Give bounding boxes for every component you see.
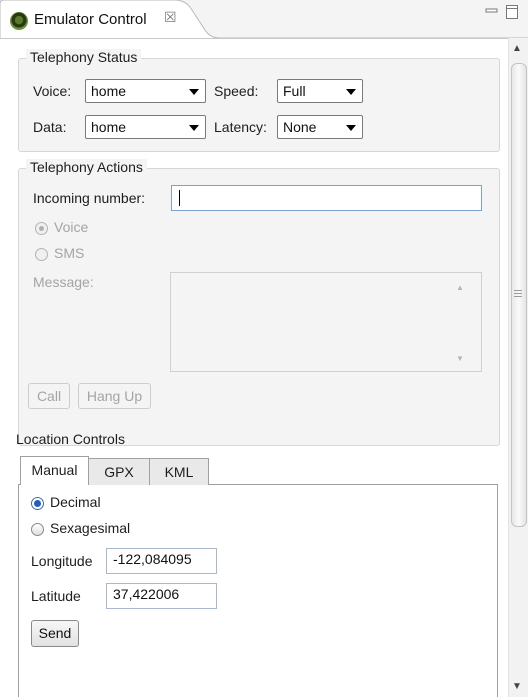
message-textarea[interactable] <box>170 272 482 372</box>
chevron-down-icon <box>346 89 356 95</box>
sexagesimal-radio-label: Sexagesimal <box>50 520 131 536</box>
message-label: Message: <box>33 274 94 290</box>
scrollbar-grip-icon <box>514 290 522 299</box>
text-caret <box>179 190 180 206</box>
latitude-value: 37,422006 <box>113 586 180 602</box>
sms-radio[interactable] <box>35 248 48 261</box>
sexagesimal-radio[interactable] <box>31 523 44 536</box>
longitude-field[interactable]: -122,084095 <box>106 548 217 574</box>
voice-radio-label: Voice <box>54 219 89 235</box>
call-button[interactable]: Call <box>28 383 70 409</box>
decimal-radio[interactable] <box>31 497 44 510</box>
latency-combo[interactable]: None <box>277 115 363 139</box>
scroll-down-arrow-icon[interactable]: ▼ <box>512 681 522 692</box>
tab-gpx[interactable]: GPX <box>88 458 150 485</box>
telephony-status-legend: Telephony Status <box>26 49 142 65</box>
tab-manual[interactable]: Manual <box>20 456 89 485</box>
data-combo-value: home <box>91 119 127 135</box>
voice-combo[interactable]: home <box>85 79 206 103</box>
location-controls-title: Location Controls <box>16 431 125 447</box>
speed-combo-value: Full <box>283 83 306 99</box>
latitude-label: Latitude <box>31 588 81 604</box>
latitude-field[interactable]: 37,422006 <box>106 583 217 609</box>
speed-label: Speed: <box>214 83 259 99</box>
speed-combo[interactable]: Full <box>277 79 363 103</box>
close-icon[interactable]: ☒ <box>164 9 177 26</box>
latency-combo-value: None <box>283 119 317 135</box>
chevron-down-icon <box>189 89 199 95</box>
tab-kml[interactable]: KML <box>149 458 209 485</box>
latency-label: Latency: <box>214 119 267 135</box>
android-emulator-icon <box>10 12 28 30</box>
chevron-down-icon <box>189 125 199 131</box>
textarea-scroll-up-icon: ▲ <box>456 283 464 292</box>
voice-combo-value: home <box>91 83 127 99</box>
incoming-number-field[interactable] <box>171 185 482 211</box>
scroll-up-arrow-icon[interactable]: ▲ <box>512 43 522 54</box>
data-combo[interactable]: home <box>85 115 206 139</box>
decimal-radio-label: Decimal <box>50 494 101 510</box>
maximize-icon[interactable] <box>505 4 519 20</box>
send-button[interactable]: Send <box>31 620 79 647</box>
chevron-down-icon <box>346 125 356 131</box>
telephony-actions-legend: Telephony Actions <box>26 159 147 175</box>
incoming-number-label: Incoming number: <box>33 190 146 206</box>
hang-up-button[interactable]: Hang Up <box>78 383 151 409</box>
voice-radio[interactable] <box>35 222 48 235</box>
sms-radio-label: SMS <box>54 245 85 261</box>
textarea-scroll-down-icon: ▼ <box>456 354 464 363</box>
longitude-label: Longitude <box>31 553 93 569</box>
minimize-icon[interactable] <box>485 4 499 18</box>
longitude-value: -122,084095 <box>113 551 192 567</box>
location-tab-pane <box>18 484 498 697</box>
view-tab-title[interactable]: Emulator Control <box>34 11 147 28</box>
data-label: Data: <box>33 119 67 135</box>
voice-label: Voice: <box>33 83 72 99</box>
